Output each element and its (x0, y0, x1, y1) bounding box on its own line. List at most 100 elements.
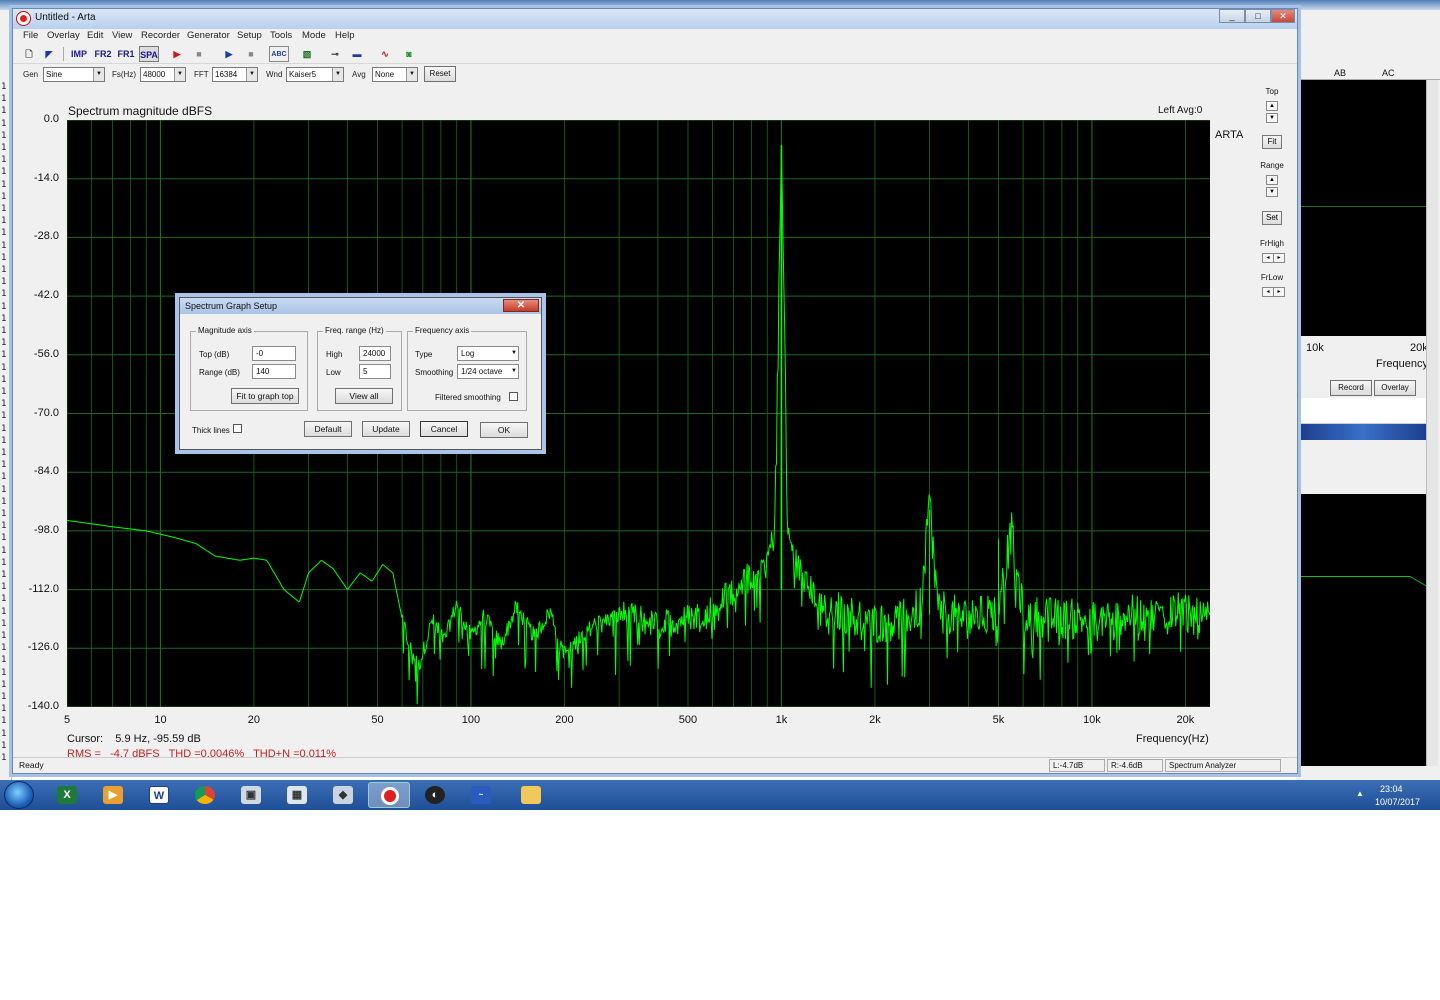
stop-playback-icon[interactable]: ■ (241, 46, 261, 62)
filtered-smoothing-checkbox[interactable] (509, 392, 518, 401)
row-number: 1 (1, 618, 7, 629)
right-window-axis-panel: 10k 20k Frequency Record Overlay (1300, 336, 1428, 396)
taskbar-app[interactable]: ◆ (322, 782, 364, 808)
dialog-close-button[interactable]: ✕ (503, 299, 539, 312)
chrome-icon (195, 786, 215, 804)
menu-tools[interactable]: Tools (270, 30, 292, 41)
row-number: 1 (1, 118, 7, 129)
row-number: 1 (1, 252, 7, 263)
record-play-icon[interactable]: ▶ (167, 46, 187, 62)
range-down-arrow-icon[interactable]: ▼ (1266, 187, 1278, 197)
taskbar-arta[interactable] (368, 782, 410, 808)
taskbar-explorer[interactable] (510, 782, 552, 808)
axis-type-select[interactable]: Log ▼ (457, 346, 519, 361)
left-level-readout: L:-4.7dB (1049, 759, 1105, 772)
menu-mode[interactable]: Mode (302, 30, 326, 41)
speaker-icon: ◐ (425, 786, 445, 804)
right-window-plot-lower (1300, 494, 1426, 766)
taskbar-speaker-app[interactable]: ◐ (414, 782, 456, 808)
view-all-button[interactable]: View all (335, 388, 393, 404)
impulse-mode-button[interactable]: IMP (69, 46, 89, 62)
low-freq-input[interactable]: 5 (359, 364, 391, 379)
top-db-input[interactable]: -0 (252, 346, 296, 361)
play-icon[interactable]: ▶ (219, 46, 239, 62)
cancel-button[interactable]: Cancel (420, 421, 468, 437)
row-number: 1 (1, 191, 7, 202)
window-select[interactable]: Kaiser5 ▼ (286, 67, 344, 82)
range-db-input[interactable]: 140 (252, 364, 296, 379)
thick-lines-checkbox[interactable] (233, 424, 242, 433)
ok-button[interactable]: OK (480, 422, 528, 438)
cable-icon[interactable]: ⊸ (325, 46, 345, 62)
default-button[interactable]: Default (304, 421, 352, 437)
range-up-arrow-icon[interactable]: ▲ (1266, 175, 1278, 185)
right-window-column-header: AB AC (1300, 68, 1440, 80)
menu-edit[interactable]: Edit (87, 30, 103, 41)
taskbar-word[interactable]: W (138, 782, 180, 808)
wnd-label: Wnd (266, 70, 283, 79)
right-window-scrollbar[interactable] (1426, 80, 1438, 766)
row-number: 1 (1, 704, 7, 715)
menu-overlay[interactable]: Overlay (47, 30, 80, 41)
gen-label: Gen (23, 70, 39, 79)
close-button[interactable]: ✕ (1271, 9, 1295, 23)
start-button[interactable] (4, 781, 34, 809)
sample-rate-select[interactable]: 48000 ▼ (140, 67, 186, 82)
smoothing-select[interactable]: 1/24 octave ▼ (457, 364, 519, 379)
record-button[interactable]: Record (1330, 380, 1372, 396)
tray-expand-icon[interactable]: ▲ (1356, 789, 1364, 798)
high-freq-input[interactable]: 24000 (359, 346, 391, 361)
fit-button[interactable]: Fit (1262, 135, 1282, 149)
row-number: 1 (1, 216, 7, 227)
taskbar-media-player[interactable]: ▶ (92, 782, 134, 808)
menu-view[interactable]: View (112, 30, 132, 41)
taskbar-calculator[interactable]: ▦ (276, 782, 318, 808)
minimize-button[interactable]: _ (1219, 9, 1245, 23)
waveform-icon[interactable]: ∿ (375, 46, 395, 62)
row-number: 1 (1, 472, 7, 483)
taskbar-excel[interactable]: X (46, 782, 88, 808)
row-number: 1 (1, 533, 7, 544)
abc-icon[interactable]: ABC (269, 46, 289, 62)
update-button[interactable]: Update (362, 421, 410, 437)
top-up-arrow-icon[interactable]: ▲ (1266, 101, 1278, 111)
magnitude-axis-label: Magnitude axis (196, 326, 254, 335)
fr1-mode-button[interactable]: FR1 (116, 46, 136, 62)
taskbar-chrome[interactable] (184, 782, 226, 808)
top-down-arrow-icon[interactable]: ▼ (1266, 113, 1278, 123)
frhigh-right-arrow-icon[interactable]: ▸ (1273, 253, 1285, 263)
menu-file[interactable]: File (23, 30, 38, 41)
row-number: 1 (1, 289, 7, 300)
averaging-select[interactable]: None ▼ (372, 67, 418, 82)
row-number: 1 (1, 387, 7, 397)
menu-generator[interactable]: Generator (187, 30, 230, 41)
row-number: 1 (1, 631, 7, 641)
taskbar-scope-app[interactable]: ~ (460, 782, 502, 808)
open-file-icon[interactable]: ◤ (39, 46, 59, 62)
fft-size-select[interactable]: 16384 ▼ (212, 67, 258, 82)
menu-setup[interactable]: Setup (237, 30, 262, 41)
reset-button[interactable]: Reset (424, 66, 456, 82)
x-tick-label: 2k (869, 714, 881, 726)
new-file-icon[interactable]: 🗋 (19, 46, 39, 62)
spectrum-icon[interactable]: ◙ (399, 46, 419, 62)
right-window-selection-bar (1300, 424, 1426, 440)
row-number: 1 (1, 496, 7, 507)
stop-icon[interactable]: ■ (189, 46, 209, 62)
maximize-button[interactable]: □ (1245, 9, 1271, 23)
fr2-mode-button[interactable]: FR2 (93, 46, 113, 62)
color-bar-icon[interactable]: ▬ (347, 46, 367, 62)
generator-select[interactable]: Sine ▼ (43, 67, 105, 82)
fit-to-graph-top-button[interactable]: Fit to graph top (231, 388, 299, 404)
photos-icon: ▣ (241, 786, 261, 804)
graph-icon[interactable]: ▧ (297, 46, 317, 62)
spa-mode-button[interactable]: SPA (139, 46, 159, 62)
menu-help[interactable]: Help (335, 30, 355, 41)
taskbar-photos[interactable]: ▣ (230, 782, 272, 808)
overlay-button[interactable]: Overlay (1374, 380, 1416, 396)
set-button[interactable]: Set (1262, 211, 1282, 225)
dialog-title: Spectrum Graph Setup (180, 298, 541, 314)
menu-recorder[interactable]: Recorder (141, 30, 180, 41)
frlow-right-arrow-icon[interactable]: ▸ (1273, 287, 1285, 297)
sample-rate-value: 48000 (143, 70, 166, 79)
